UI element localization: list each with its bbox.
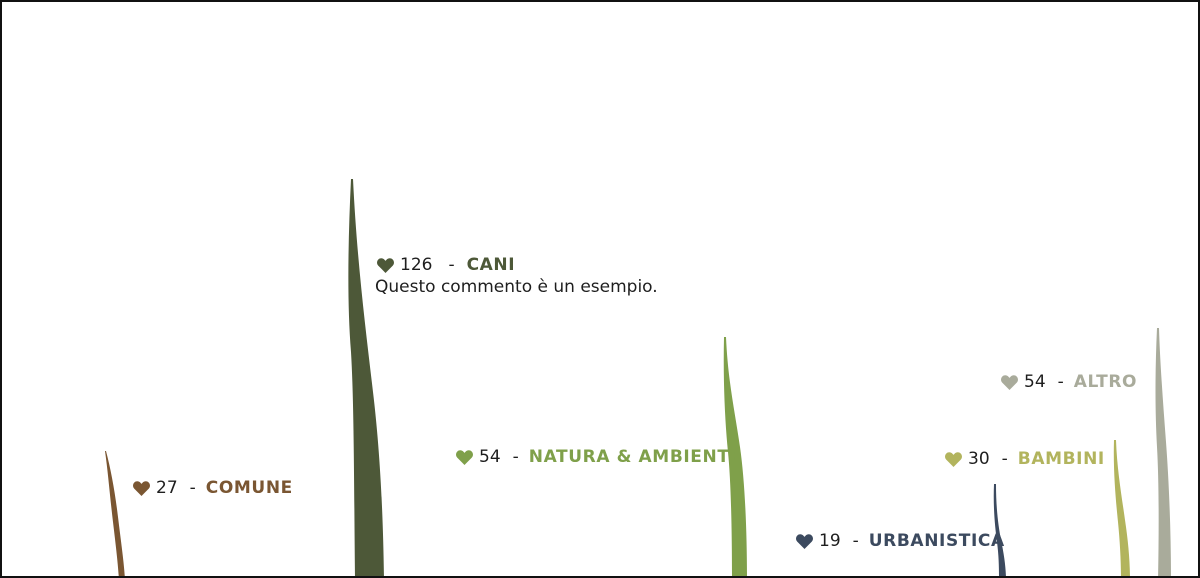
category-label-comune[interactable]: COMUNE (206, 477, 293, 499)
like-count: 30 (968, 449, 990, 469)
heart-icon[interactable] (1001, 374, 1018, 390)
like-count: 54 (1024, 372, 1046, 392)
heart-icon[interactable] (796, 533, 813, 549)
post-tag-altro[interactable]: 54 - ALTRO (1001, 371, 1137, 393)
category-label-urbanistica[interactable]: URBANISTICA (869, 530, 1005, 552)
comment-text: Questo commento è un esempio. (375, 277, 658, 297)
like-count: 54 (479, 447, 501, 467)
grass-blade-comune[interactable] (105, 451, 125, 578)
like-count: 19 (819, 531, 841, 551)
post-tag-comune[interactable]: 27 - COMUNE (133, 477, 293, 499)
post-tag-cani[interactable]: 126 - CANI (377, 254, 515, 276)
post-tag-urbanistica[interactable]: 19 - URBANISTICA (796, 530, 1005, 552)
separator: - (1057, 372, 1064, 392)
category-label-natura[interactable]: NATURA & AMBIENTE (529, 446, 742, 468)
heart-icon[interactable] (456, 449, 473, 465)
like-count: 126 (400, 255, 433, 275)
grass-blade-bambini[interactable] (1113, 440, 1130, 578)
separator: - (512, 447, 519, 467)
separator: - (852, 531, 859, 551)
heart-icon[interactable] (945, 451, 962, 467)
category-label-cani[interactable]: CANI (467, 254, 516, 276)
like-count: 27 (156, 478, 178, 498)
grass-blade-cani[interactable] (348, 179, 384, 578)
grass-blade-altro[interactable] (1155, 328, 1172, 578)
grass-visualization: 27 - COMUNE 126 - CANI Questo commento è… (0, 0, 1200, 578)
separator: - (448, 255, 455, 275)
post-tag-natura[interactable]: 54 - NATURA & AMBIENTE (456, 446, 742, 468)
category-label-altro[interactable]: ALTRO (1074, 371, 1137, 393)
category-label-bambini[interactable]: BAMBINI (1018, 448, 1105, 470)
heart-icon[interactable] (377, 257, 394, 273)
separator: - (189, 478, 196, 498)
separator: - (1001, 449, 1008, 469)
heart-icon[interactable] (133, 480, 150, 496)
post-tag-bambini[interactable]: 30 - BAMBINI (945, 448, 1105, 470)
